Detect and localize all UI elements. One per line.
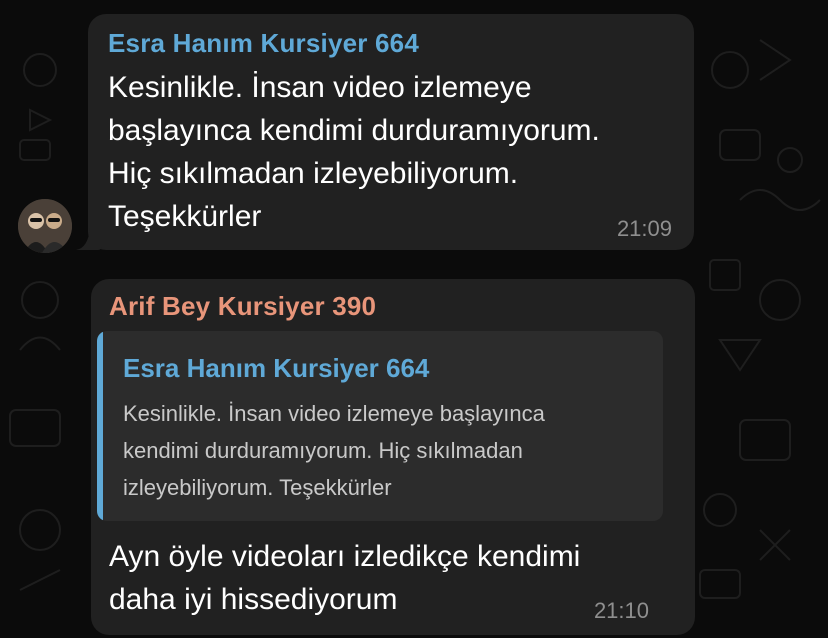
- quoted-line: kendimi durduramıyorum. Hiç sıkılmadan: [123, 438, 523, 463]
- quoted-reply[interactable]: Esra Hanım Kursiyer 664 Kesinlikle. İnsa…: [97, 331, 663, 521]
- message-timestamp: 21:09: [616, 216, 672, 241]
- avatar-photo-icon: [18, 199, 72, 253]
- quoted-sender-name: Esra Hanım Kursiyer 664: [123, 353, 430, 383]
- message-line: başlayınca kendimi durduramıyorum.: [108, 114, 600, 147]
- message-line: daha iyi hissediyorum: [109, 583, 398, 616]
- message-text: Ayn öyle videoları izledikçe kendimi dah…: [109, 535, 580, 621]
- message-line: Hiç sıkılmadan izleyebiliyorum.: [108, 157, 519, 190]
- message-sender-name[interactable]: Arif Bey Kursiyer 390: [109, 291, 376, 322]
- message-text: Kesinlikle. İnsan video izlemeye başlayı…: [108, 66, 600, 238]
- quoted-line: izleyebiliyorum. Teşekkürler: [123, 475, 392, 500]
- sender-avatar[interactable]: [18, 199, 72, 253]
- message-line: Ayn öyle videoları izledikçe kendimi: [109, 540, 581, 573]
- message-bubble-reply[interactable]: Arif Bey Kursiyer 390 Esra Hanım Kursiye…: [91, 279, 695, 635]
- message-line: Teşekkürler: [108, 200, 262, 233]
- quoted-line: Kesinlikle. İnsan video izlemeye başlayı…: [123, 401, 545, 426]
- message-line: Kesinlikle. İnsan video izlemeye: [108, 71, 532, 104]
- reply-accent-bar: [97, 331, 103, 521]
- message-timestamp: 21:10: [593, 598, 649, 623]
- message-sender-name[interactable]: Esra Hanım Kursiyer 664: [108, 28, 419, 59]
- quoted-text: Kesinlikle. İnsan video izlemeye başlayı…: [123, 395, 653, 506]
- message-bubble-incoming[interactable]: Esra Hanım Kursiyer 664 Kesinlikle. İnsa…: [88, 14, 694, 250]
